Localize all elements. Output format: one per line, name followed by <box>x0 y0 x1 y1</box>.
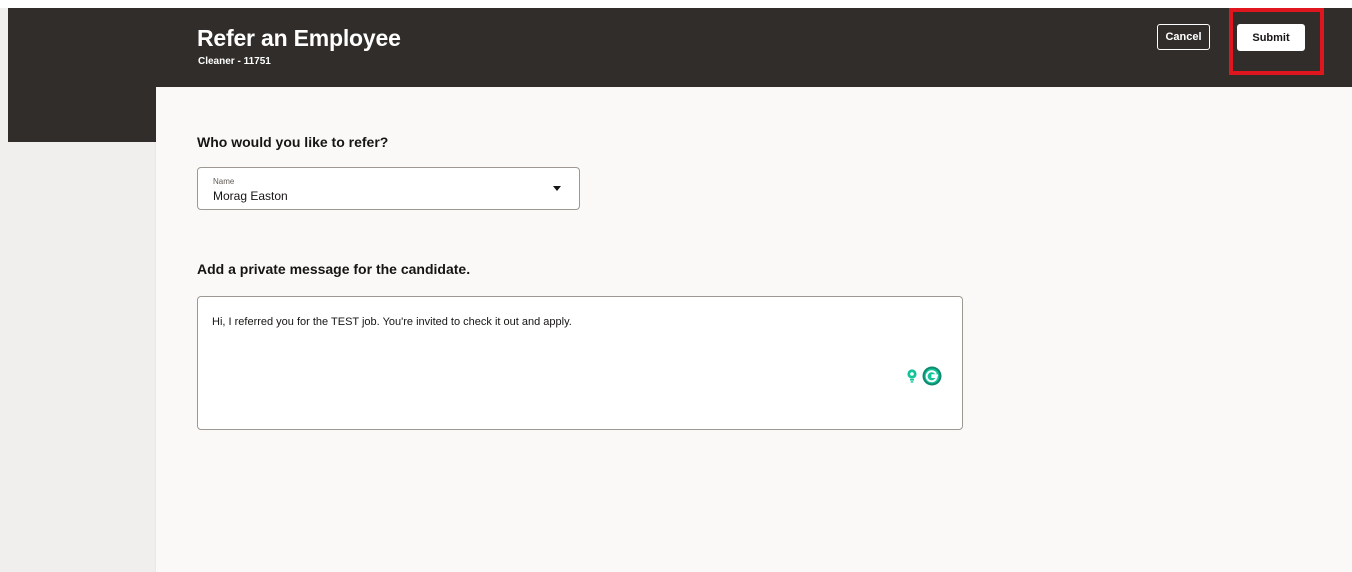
page-title: Refer an Employee <box>197 25 401 51</box>
name-select-value: Morag Easton <box>213 189 288 203</box>
name-select-label: Name <box>213 177 235 186</box>
message-textarea[interactable]: Hi, I referred you for the TEST job. You… <box>197 296 963 430</box>
submit-button[interactable]: Submit <box>1237 24 1305 51</box>
message-text: Hi, I referred you for the TEST job. You… <box>212 316 572 328</box>
top-strip <box>0 0 1352 8</box>
lightbulb-icon[interactable] <box>904 368 920 384</box>
page-subtitle: Cleaner - 11751 <box>198 56 271 67</box>
grammarly-icon[interactable] <box>922 366 942 386</box>
page: Refer an Employee Cleaner - 11751 Cancel… <box>0 0 1352 572</box>
message-heading: Add a private message for the candidate. <box>197 261 471 277</box>
cancel-button[interactable]: Cancel <box>1157 24 1210 50</box>
caret-down-icon[interactable] <box>553 186 561 191</box>
writing-assistant-icons <box>904 366 944 386</box>
who-heading: Who would you like to refer? <box>197 134 389 150</box>
name-select[interactable]: Name Morag Easton <box>197 167 580 210</box>
